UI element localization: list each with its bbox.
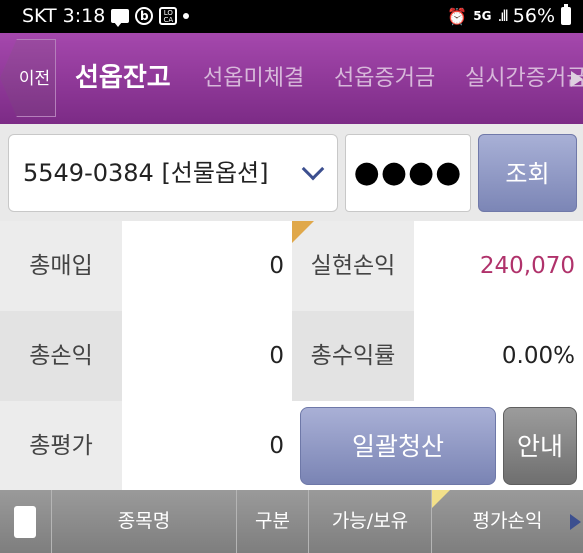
total-valuation-value: 0	[122, 401, 292, 491]
column-header: 종목명 구분 가능/보유 평가손익	[0, 490, 583, 553]
chevron-down-icon	[301, 157, 325, 181]
column-valuation-pnl-label: 평가손익	[472, 510, 543, 532]
column-type[interactable]: 구분	[237, 490, 309, 553]
tab-realtime-margin[interactable]: 실시간증거금	[465, 33, 583, 124]
guide-button[interactable]: 안내	[503, 407, 577, 485]
total-return-value: 0.00%	[414, 311, 583, 401]
signal-icon: .ıll	[497, 7, 508, 25]
status-bar: SKT 3:18 b LO CA ⏰ 5G .ıll 56%	[0, 0, 583, 33]
message-icon	[111, 9, 130, 27]
summary-grid: 총매입 0 실현손익 240,070 총손익 0 총수익률 0.00% 총평가 …	[0, 221, 583, 491]
bulk-liquidate-button[interactable]: 일괄청산	[300, 407, 496, 485]
network-5g-icon: 5G	[473, 9, 492, 23]
tab-futures-options-unfilled[interactable]: 선옵미체결	[203, 33, 304, 124]
password-field[interactable]: ●●●●	[345, 134, 471, 212]
corner-flag-icon	[292, 221, 314, 243]
carrier-label: SKT	[22, 5, 57, 27]
realized-pnl-label-text: 실현손익	[310, 253, 396, 279]
clock: 3:18	[62, 5, 106, 27]
select-all-checkbox[interactable]	[14, 506, 36, 538]
battery-icon	[561, 4, 571, 25]
loca-icon: LO CA	[159, 7, 178, 25]
column-flag-icon	[432, 490, 450, 508]
total-return-label: 총수익률	[292, 311, 414, 401]
account-number: 5549-0384 [선물옵션]	[23, 159, 269, 187]
tab-futures-options-balance[interactable]: 선옵잔고	[75, 33, 171, 124]
b-app-icon: b	[135, 7, 154, 25]
column-available-held[interactable]: 가능/보유	[309, 490, 432, 553]
column-valuation-pnl[interactable]: 평가손익	[432, 490, 583, 553]
tab-bar: 이전 선옵잔고 선옵미체결 선옵증거금 실시간증거금	[0, 33, 583, 124]
total-purchase-label: 총매입	[0, 221, 122, 311]
notification-dot-icon	[183, 13, 190, 19]
column-name[interactable]: 종목명	[52, 490, 237, 553]
total-pnl-value: 0	[122, 311, 292, 401]
select-all-column[interactable]	[0, 490, 52, 553]
alarm-icon: ⏰	[447, 6, 468, 26]
account-select[interactable]: 5549-0384 [선물옵션]	[8, 134, 338, 212]
realized-pnl-value: 240,070	[414, 221, 583, 311]
account-row: 5549-0384 [선물옵션] ●●●● 조회	[0, 124, 583, 221]
battery-percent: 56%	[512, 5, 555, 27]
prev-button[interactable]: 이전	[0, 39, 56, 117]
total-valuation-label: 총평가	[0, 401, 122, 491]
total-pnl-label: 총손익	[0, 311, 122, 401]
realized-pnl-label: 실현손익	[292, 221, 414, 311]
column-scroll-right-icon[interactable]	[570, 514, 581, 530]
total-purchase-value: 0	[122, 221, 292, 311]
inquiry-button[interactable]: 조회	[478, 134, 577, 212]
tab-futures-options-margin[interactable]: 선옵증거금	[334, 33, 435, 124]
tab-scroll-right-icon[interactable]	[571, 71, 583, 87]
